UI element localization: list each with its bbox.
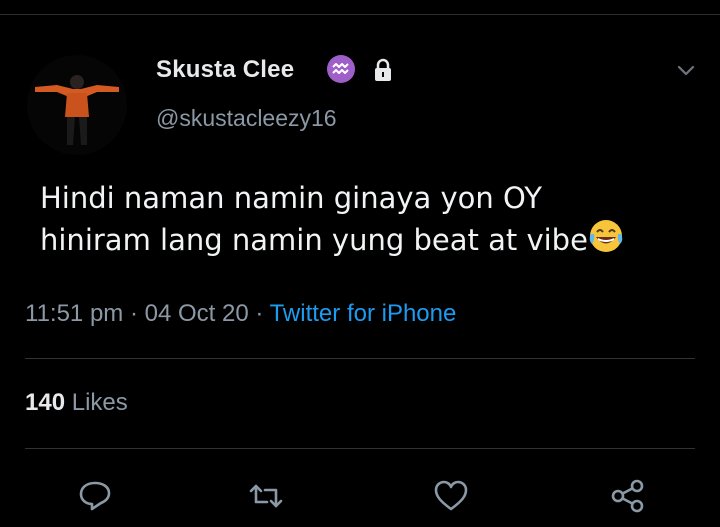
meta-separator: · bbox=[248, 300, 270, 327]
tweet-time: 11:51 pm bbox=[25, 300, 124, 327]
face-with-tears-of-joy-icon bbox=[588, 218, 624, 254]
tweet-meta: 11:51 pm · 04 Oct 20 · Twitter for iPhon… bbox=[25, 300, 456, 328]
chevron-down-icon[interactable] bbox=[672, 56, 700, 84]
likes-label: Likes bbox=[65, 389, 128, 416]
likes-stat[interactable]: 140 Likes bbox=[25, 389, 128, 417]
tweet-date: 04 Oct 20 bbox=[144, 300, 249, 327]
author-handle[interactable]: @skustacleezy16 bbox=[156, 105, 337, 132]
divider bbox=[25, 358, 695, 359]
avatar-image bbox=[27, 55, 127, 155]
reply-icon[interactable] bbox=[75, 478, 115, 514]
tweet-line: hiniram lang namin yung beat at vibe bbox=[40, 218, 700, 260]
likes-count: 140 bbox=[25, 389, 66, 416]
tweet-text: Hindi naman namin ginaya yon OY hiniram … bbox=[40, 178, 700, 260]
divider bbox=[25, 448, 695, 449]
tweet-line: Hindi naman namin ginaya yon OY bbox=[40, 181, 542, 215]
like-icon[interactable] bbox=[431, 478, 471, 514]
tweet-line-text: hiniram lang namin yung beat at vibe bbox=[40, 223, 588, 257]
top-divider bbox=[0, 14, 720, 15]
lock-icon bbox=[369, 56, 397, 84]
tweet-source-link[interactable]: Twitter for iPhone bbox=[270, 300, 457, 327]
aquarius-zodiac-icon bbox=[327, 55, 355, 83]
meta-separator: · bbox=[123, 300, 145, 327]
retweet-icon[interactable] bbox=[246, 478, 286, 514]
share-icon[interactable] bbox=[608, 478, 648, 514]
author-name[interactable]: Skusta Clee bbox=[156, 56, 294, 84]
avatar[interactable] bbox=[27, 55, 127, 155]
